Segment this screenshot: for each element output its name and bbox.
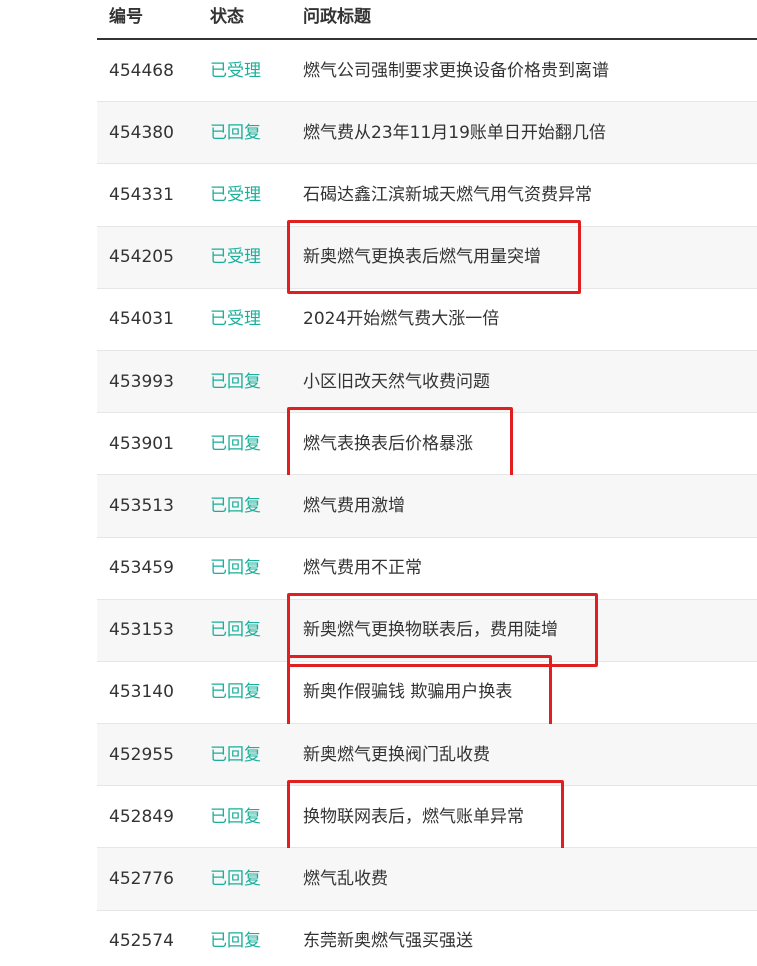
header-id: 编号 — [109, 7, 143, 27]
row-title-link[interactable]: 石碣达鑫江滨新城天燃气用气资费异常 — [303, 184, 592, 206]
header-status: 状态 — [210, 7, 244, 27]
row-id: 452776 — [109, 869, 174, 890]
row-id: 454380 — [109, 122, 174, 143]
row-id: 452955 — [109, 744, 174, 765]
row-id: 452849 — [109, 806, 174, 827]
row-id: 454031 — [109, 309, 174, 330]
status-badge: 已回复 — [210, 744, 261, 765]
row-title-link[interactable]: 新奥燃气更换阀门乱收费 — [303, 744, 490, 766]
row-id: 454205 — [109, 247, 174, 268]
status-badge: 已回复 — [210, 558, 261, 579]
table-header: 编号 状态 问政标题 — [97, 0, 757, 40]
row-title-link-highlighted[interactable]: 新奥作假骗钱 欺骗用户换表 — [286, 655, 553, 730]
status-badge: 已回复 — [210, 122, 261, 143]
status-badge: 已回复 — [210, 931, 261, 952]
status-badge: 已回复 — [210, 682, 261, 703]
row-id: 454331 — [109, 184, 174, 205]
row-title-link[interactable]: 燃气费用激增 — [303, 495, 405, 517]
row-title-link[interactable]: 2024开始燃气费大涨一倍 — [303, 308, 499, 330]
table-row[interactable]: 453153 已回复 新奥燃气更换物联表后，费用陡增 — [97, 593, 757, 668]
row-title-link-highlighted[interactable]: 换物联网表后，燃气账单异常 — [287, 779, 564, 854]
table-row[interactable]: 454380 已回复 燃气费从23年11月19账单日开始翻几倍 — [97, 102, 757, 165]
status-badge: 已回复 — [210, 495, 261, 516]
table-row[interactable]: 452849 已回复 换物联网表后，燃气账单异常 — [97, 779, 757, 854]
table-row[interactable]: 453513 已回复 燃气费用激增 — [97, 475, 757, 538]
status-badge: 已回复 — [210, 620, 261, 641]
row-id: 453140 — [109, 682, 174, 703]
table-row[interactable]: 454331 已受理 石碣达鑫江滨新城天燃气用气资费异常 — [97, 164, 757, 227]
row-title-link[interactable]: 燃气费从23年11月19账单日开始翻几倍 — [303, 122, 606, 144]
row-title-link[interactable]: 燃气费用不正常 — [303, 557, 422, 579]
row-title-link-highlighted[interactable]: 新奥燃气更换表后燃气用量突增 — [287, 220, 581, 295]
row-id: 453153 — [109, 620, 174, 641]
table-row[interactable]: 452574 已回复 东莞新奥燃气强买强送 — [97, 911, 757, 966]
row-id: 452574 — [109, 931, 174, 952]
header-title: 问政标题 — [303, 7, 371, 27]
table-row[interactable]: 454031 已受理 2024开始燃气费大涨一倍 — [97, 289, 757, 351]
table-row[interactable]: 453901 已回复 燃气表换表后价格暴涨 — [97, 406, 757, 481]
table-row[interactable]: 453993 已回复 小区旧改天然气收费问题 — [97, 350, 757, 414]
status-badge: 已受理 — [210, 60, 261, 81]
status-badge: 已回复 — [210, 869, 261, 890]
status-badge: 已回复 — [210, 806, 261, 827]
row-title-link[interactable]: 燃气公司强制要求更换设备价格贵到离谱 — [303, 60, 609, 82]
row-title-link-highlighted[interactable]: 燃气表换表后价格暴涨 — [287, 406, 513, 481]
table-row[interactable]: 453140 已回复 新奥作假骗钱 欺骗用户换表 — [97, 655, 757, 730]
status-badge: 已受理 — [210, 247, 261, 268]
petition-table: 编号 状态 问政标题 454468 已受理 燃气公司强制要求更换设备价格贵到离谱 45… — [97, 0, 757, 966]
status-badge: 已受理 — [210, 309, 261, 330]
row-id: 453993 — [109, 371, 174, 392]
table-row[interactable]: 453459 已回复 燃气费用不正常 — [97, 538, 757, 600]
row-title-link[interactable]: 燃气乱收费 — [303, 868, 388, 890]
table-row[interactable]: 452776 已回复 燃气乱收费 — [97, 848, 757, 911]
row-id: 453901 — [109, 433, 174, 454]
row-title-link-highlighted[interactable]: 新奥燃气更换物联表后，费用陡增 — [287, 593, 598, 668]
row-title-link[interactable]: 东莞新奥燃气强买强送 — [303, 930, 473, 952]
table-row[interactable]: 454205 已受理 新奥燃气更换表后燃气用量突增 — [97, 220, 757, 295]
row-id: 453459 — [109, 558, 174, 579]
status-badge: 已受理 — [210, 184, 261, 205]
table-body: 454468 已受理 燃气公司强制要求更换设备价格贵到离谱 454380 已回复 燃气费从… — [97, 40, 757, 966]
page: 编号 状态 问政标题 454468 已受理 燃气公司强制要求更换设备价格贵到离谱 45… — [0, 0, 757, 966]
table-row[interactable]: 454468 已受理 燃气公司强制要求更换设备价格贵到离谱 — [97, 40, 757, 103]
status-badge: 已回复 — [210, 371, 261, 392]
table-row[interactable]: 452955 已回复 新奥燃气更换阀门乱收费 — [97, 724, 757, 787]
status-badge: 已回复 — [210, 433, 261, 454]
row-id: 453513 — [109, 495, 174, 516]
row-id: 454468 — [109, 60, 174, 81]
row-title-link[interactable]: 小区旧改天然气收费问题 — [303, 371, 490, 393]
